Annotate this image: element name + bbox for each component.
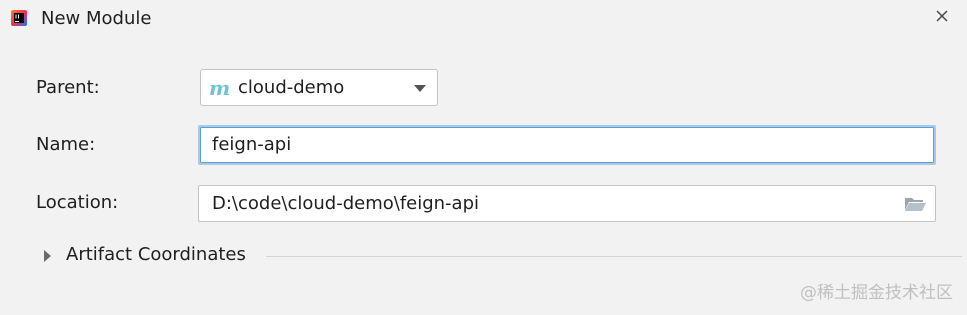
parent-select[interactable]: m cloud-demo (200, 69, 438, 106)
name-field-value: feign-api (212, 134, 292, 155)
close-button[interactable] (932, 6, 952, 26)
maven-module-icon: m (209, 76, 231, 100)
focus-ring (200, 127, 934, 163)
intellij-idea-icon (11, 10, 27, 26)
artifact-coordinates-label: Artifact Coordinates (66, 244, 246, 265)
close-icon (936, 10, 948, 22)
location-field-value: D:\code\cloud-demo\feign-api (212, 193, 480, 214)
browse-folder-button[interactable] (903, 195, 927, 213)
name-label: Name: (36, 134, 96, 155)
section-divider (266, 256, 962, 257)
chevron-down-icon (414, 85, 426, 92)
title-bar: New Module (0, 0, 967, 38)
dialog-title: New Module (41, 8, 152, 29)
parent-select-value: cloud-demo (238, 77, 345, 98)
location-label: Location: (36, 192, 119, 213)
parent-label: Parent: (36, 77, 100, 98)
watermark: @稀土掘金技术社区 (800, 283, 953, 303)
new-module-dialog: New Module Parent: m cloud-demo Name: fe… (0, 0, 967, 315)
name-field[interactable]: feign-api (198, 125, 936, 165)
location-field[interactable]: D:\code\cloud-demo\feign-api (198, 185, 936, 222)
folder-icon (905, 198, 926, 211)
chevron-right-icon (44, 250, 51, 262)
